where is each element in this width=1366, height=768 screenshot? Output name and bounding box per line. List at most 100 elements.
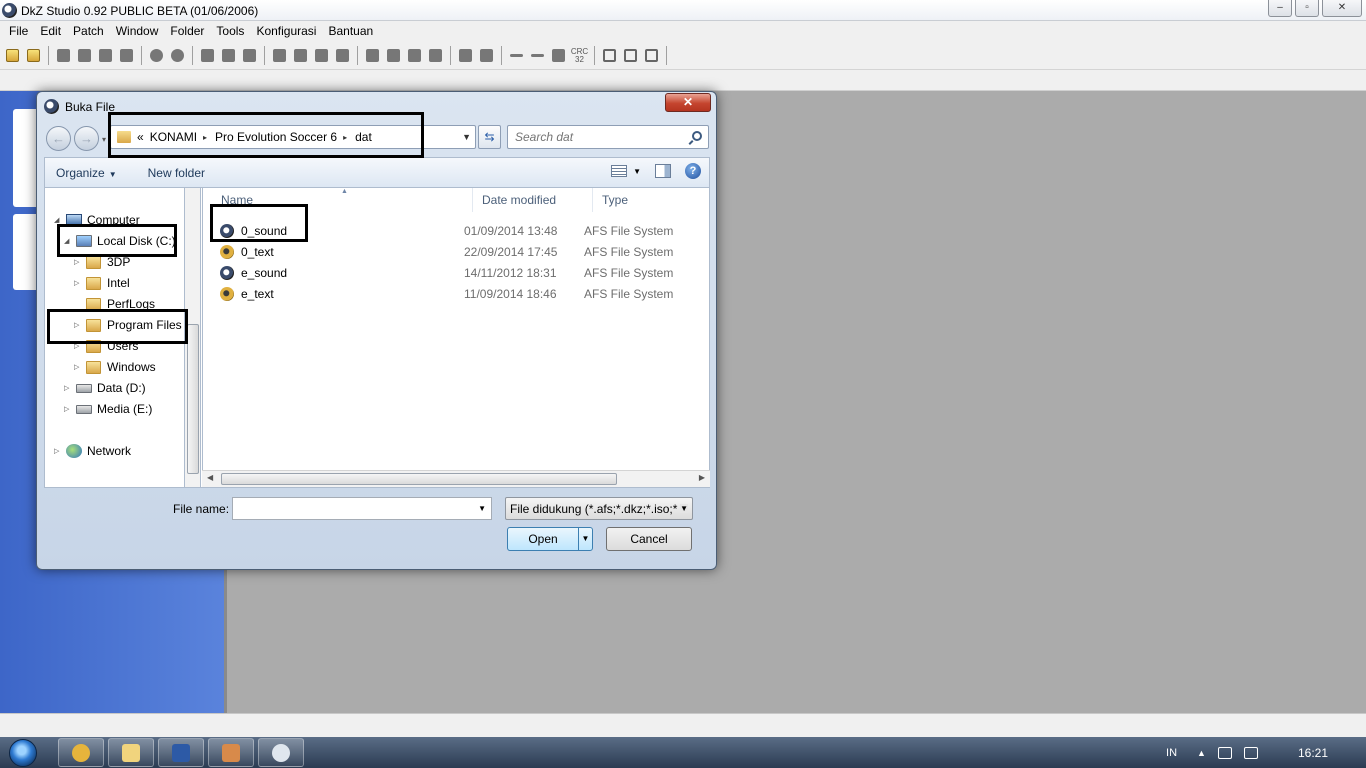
tile-vertical-icon[interactable] (642, 46, 661, 65)
change-view-icon[interactable] (611, 165, 628, 177)
search-box[interactable] (507, 125, 709, 149)
toolbar-separator (594, 46, 595, 65)
insert-icon[interactable] (75, 46, 94, 65)
network-status-icon[interactable] (1217, 746, 1232, 759)
refresh-button[interactable]: ⇆ (478, 125, 501, 149)
action-center-icon[interactable] (1243, 746, 1258, 759)
open-button[interactable]: Open ▼ (507, 527, 593, 551)
clock[interactable]: 16:21 (1298, 746, 1328, 760)
tree-item-media-e[interactable]: ▷ Media (E:) (64, 399, 152, 419)
save-icon[interactable] (54, 46, 73, 65)
scrollbar-thumb[interactable] (221, 473, 617, 485)
menu-edit[interactable]: Edit (35, 21, 68, 42)
file-row[interactable]: 0_text 22/09/2014 17:45 AFS File System (220, 241, 690, 262)
column-header-type[interactable]: Type (593, 188, 703, 212)
open-folder-icon[interactable] (24, 46, 43, 65)
file-row[interactable]: e_text 11/09/2014 18:46 AFS File System (220, 283, 690, 304)
expander-icon[interactable]: ▷ (64, 384, 72, 392)
tree-item-label: Media (E:) (97, 402, 153, 416)
expander-icon[interactable]: ▷ (64, 405, 72, 413)
menu-folder[interactable]: Folder (165, 21, 211, 42)
copy-icon[interactable] (384, 46, 403, 65)
show-hidden-icons-icon[interactable]: ▲ (1197, 748, 1206, 758)
chevron-down-icon[interactable]: ▼ (478, 504, 486, 513)
file-date: 22/09/2014 17:45 (464, 244, 558, 259)
expander-icon[interactable]: ▷ (54, 447, 62, 455)
decompress-icon[interactable] (168, 46, 187, 65)
menu-konfigurasi[interactable]: Konfigurasi (251, 21, 323, 42)
preview-pane-icon[interactable] (655, 164, 671, 178)
new-folder-icon[interactable] (363, 46, 382, 65)
merge-icon[interactable] (528, 46, 547, 65)
delete-icon[interactable] (312, 46, 331, 65)
properties-icon[interactable] (426, 46, 445, 65)
menu-file[interactable]: File (4, 21, 35, 42)
split-icon[interactable] (507, 46, 526, 65)
export-icon[interactable] (270, 46, 289, 65)
cancel-button[interactable]: Cancel (606, 527, 692, 551)
menu-window[interactable]: Window (111, 21, 166, 42)
open-options-dropdown-icon[interactable]: ▼ (578, 528, 592, 550)
forward-button[interactable]: → (74, 126, 99, 151)
chevron-down-icon[interactable]: ▼ (680, 504, 688, 513)
new-folder-button[interactable]: New folder (148, 166, 205, 180)
address-dropdown-icon[interactable]: ▼ (462, 132, 471, 142)
file-date: 14/11/2012 18:31 (464, 265, 557, 280)
file-row[interactable]: e_sound 14/11/2012 18:31 AFS File System (220, 262, 690, 283)
tree-item-network[interactable]: ▷ Network (54, 441, 131, 461)
dialog-close-button[interactable]: ✕ (665, 93, 711, 112)
scrollbar-thumb[interactable] (187, 324, 199, 474)
add-files-icon[interactable] (219, 46, 238, 65)
replace-file-icon[interactable] (240, 46, 259, 65)
extract-icon[interactable] (96, 46, 115, 65)
search-icon[interactable] (692, 131, 702, 141)
back-button[interactable]: ← (46, 126, 71, 151)
taskbar-app-word[interactable] (158, 738, 204, 767)
start-button[interactable] (0, 737, 46, 768)
expander-icon[interactable]: ▷ (74, 363, 82, 371)
expander-icon[interactable]: ▷ (74, 258, 82, 266)
taskbar-app-chrome[interactable] (58, 738, 104, 767)
scroll-left-arrow-icon[interactable]: ◀ (207, 473, 213, 482)
minimize-button[interactable]: – (1268, 0, 1292, 17)
rename-icon[interactable] (333, 46, 352, 65)
column-header-date-modified[interactable]: Date modified (473, 188, 593, 212)
file-type-select[interactable]: File didukung (*.afs;*.dkz;*.iso;* ▼ (505, 497, 693, 520)
crc32-icon[interactable]: CRC 32 (570, 46, 589, 65)
compress-icon[interactable] (147, 46, 166, 65)
menu-tools[interactable]: Tools (211, 21, 251, 42)
move-icon[interactable] (549, 46, 568, 65)
tree-item-data-d[interactable]: ▷ Data (D:) (64, 378, 146, 398)
main-toolbar: CRC 32 (0, 42, 1366, 70)
recent-locations-chevron-icon[interactable]: ▾ (102, 135, 106, 144)
export-all-icon[interactable] (291, 46, 310, 65)
menu-patch[interactable]: Patch (68, 21, 111, 42)
lock-icon[interactable] (456, 46, 475, 65)
maximize-button[interactable]: ▫ (1295, 0, 1319, 17)
tree-item-intel[interactable]: ▷ Intel (74, 273, 130, 293)
view-dropdown-icon[interactable]: ▼ (633, 167, 641, 176)
open-file-icon[interactable] (3, 46, 22, 65)
search-input[interactable] (515, 127, 685, 147)
expander-icon[interactable]: ◢ (54, 216, 62, 224)
taskbar-app-explorer[interactable] (108, 738, 154, 767)
file-name-input[interactable] (237, 499, 467, 518)
add-file-icon[interactable] (198, 46, 217, 65)
paste-icon[interactable] (405, 46, 424, 65)
horizontal-scrollbar[interactable]: ◀ ▶ (202, 470, 710, 487)
file-name-combobox[interactable]: ▼ (232, 497, 492, 520)
tree-item-windows[interactable]: ▷ Windows (74, 357, 156, 377)
scroll-right-arrow-icon[interactable]: ▶ (699, 473, 705, 482)
taskbar-app-paint[interactable] (208, 738, 254, 767)
unlock-icon[interactable] (477, 46, 496, 65)
import-icon[interactable] (117, 46, 136, 65)
tile-horizontal-icon[interactable] (621, 46, 640, 65)
menu-bantuan[interactable]: Bantuan (323, 21, 380, 42)
help-icon[interactable]: ? (685, 163, 701, 179)
organize-menu[interactable]: Organize ▼ (56, 166, 117, 180)
expander-icon[interactable]: ▷ (74, 279, 82, 287)
close-window-button[interactable]: ✕ (1322, 0, 1362, 17)
taskbar-app-dkz-studio[interactable] (258, 738, 304, 767)
language-indicator[interactable]: IN (1166, 747, 1177, 759)
cascade-icon[interactable] (600, 46, 619, 65)
